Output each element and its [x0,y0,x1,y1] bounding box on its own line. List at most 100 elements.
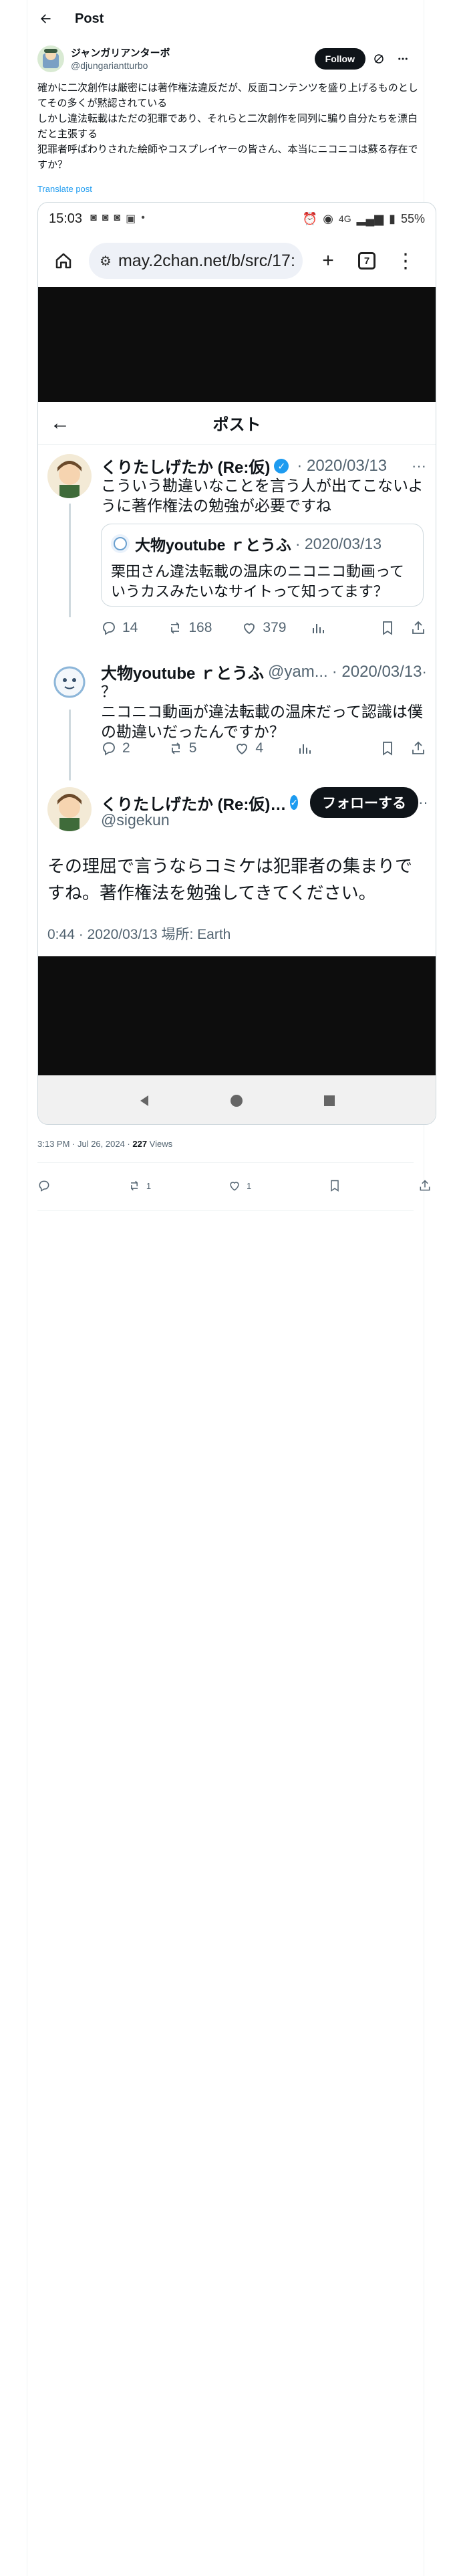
reply-count: 14 [122,620,138,635]
verified-badge-icon: ✓ [274,458,289,473]
dot-icon: • [141,212,145,223]
post-actions: 1 1 [37,1174,432,1198]
post-author: ジャンガリアンターボ @djungariantturbo Follow [37,43,414,75]
notification-icons: ◙ ◙ ◙ ▣ • [90,212,145,225]
share-button[interactable] [418,1179,432,1192]
quote-date: · 2020/03/13 [295,534,382,552]
home-icon[interactable] [47,245,80,277]
author-name[interactable]: ジャンガリアンターボ [71,47,315,60]
browser-toolbar: ⚙ may.2chan.net/b/src/17: + 7 ⋮ [38,235,436,287]
more-options-icon[interactable]: ··· [412,457,426,475]
menu-kebab-icon[interactable]: ⋮ [390,245,422,277]
nav-back-icon[interactable] [134,1091,154,1111]
tweet-meta[interactable]: 0:44 · 2020/03/13 場所: Earth [47,924,231,944]
new-tab-icon[interactable]: + [312,245,344,277]
bookmark-icon[interactable] [380,740,396,756]
reply-count: 2 [122,740,130,756]
alarm-icon: ⏰ [302,211,318,225]
avatar[interactable] [37,45,64,72]
heart-icon [237,744,248,755]
quote-text: 栗田さん違法転載の温床のニコニコ動画っていうカスみたいなサイトって知ってます？ [111,563,404,600]
reply-icon [39,1180,49,1192]
image-icon: ▣ [126,213,136,225]
repost-button[interactable]: 5 [168,740,197,756]
avatar[interactable] [47,660,92,704]
tweet-handle[interactable]: @sigekun [101,810,424,830]
repost-count: 168 [188,620,212,635]
tweet-author-name[interactable]: 大物youtube ｒとうふ [101,660,264,683]
like-button[interactable]: 4 [234,740,263,756]
repost-icon [171,742,180,754]
post-timestamp[interactable]: 3:13 PM · Jul 26, 2024 · 227 Views [37,1139,172,1149]
tweet-date[interactable]: · 2020/03/13 [332,663,422,681]
url-bar[interactable]: ⚙ may.2chan.net/b/src/17: [89,243,303,279]
quoted-tweet[interactable]: 大物youtube ｒとうふ · 2020/03/13 栗田さん違法転載の温床の… [101,524,424,607]
repost-icon [130,1180,138,1191]
reply-icon [103,742,115,756]
network-label: 4G [338,213,351,224]
post-line: 犯罪者呼ばわりされた絵師やコスプレイヤーの皆さん、本当にニコニコは蘇る存在ですか… [37,144,418,171]
share-icon [420,1180,430,1191]
page-header: Post [27,0,424,37]
author-handle[interactable]: @djungariantturbo [71,60,315,72]
tab-count: 7 [358,252,375,270]
signal-icon: ▂▄▆ [356,211,384,225]
divider [37,1162,414,1163]
share-icon[interactable] [410,620,426,636]
tweet-author-name[interactable]: くりたしげたか (Re:仮) [101,454,270,477]
avatar[interactable] [47,787,92,831]
follow-button[interactable]: Follow [314,48,365,70]
post-text: 確かに二次創作は厳密には著作権法違反だが、反面コンテンツを盛り上げるものとしてそ… [37,80,425,173]
game-icon: ◙ [114,212,121,223]
reply-button[interactable]: 2 [101,740,130,756]
video-area [38,956,436,1075]
quote-author-name: 大物youtube ｒとうふ [135,536,291,554]
avatar[interactable] [47,454,92,498]
repost-count: 5 [188,740,197,756]
bookmark-icon[interactable] [380,620,396,636]
site-settings-icon[interactable]: ⚙ [100,253,112,270]
repost-count: 1 [146,1180,152,1191]
more-options-icon[interactable]: ··· [422,663,427,681]
focus-tweet-text: その理屈で言うならコミケは犯罪者の集まりですね。著作権法を勉強してきてください。 [47,856,413,903]
like-button[interactable]: 379 [241,620,286,636]
view-count: 227 [132,1139,148,1149]
tab-switcher-button[interactable]: 7 [351,245,383,277]
status-time: 15:03 [49,211,83,226]
like-count: 379 [263,620,287,635]
repost-icon [171,622,180,634]
views-icon[interactable] [310,620,326,636]
heart-icon [244,623,255,635]
repost-button[interactable]: 1 [128,1179,151,1192]
game-icon: ◙ [102,212,109,223]
eye-icon: ◉ [323,211,333,225]
page-title: Post [75,11,104,26]
game-icon: ◙ [90,212,97,223]
x-post-header: ← ポスト [38,402,436,445]
focus-tweet-header: くりたしげたか (Re:仮)… ✓ フォローする ··· @sigekun [38,787,436,841]
like-button[interactable]: 1 [228,1179,251,1192]
x-page-title: ポスト [212,416,261,434]
divider [37,1210,414,1211]
reply-button[interactable] [37,1179,51,1192]
views-icon[interactable] [297,740,313,756]
tweet-date[interactable]: · 2020/03/13 [297,457,387,475]
tweet-handle[interactable]: @yam... [268,663,328,681]
grok-icon[interactable] [368,48,390,70]
share-icon[interactable] [410,740,426,756]
thread-line [69,710,71,780]
post-line: しかし違法転載はただの犯罪であり、それらと二次創作を同列に騙り自分たちを漂白だと… [37,113,418,140]
post-line: 確かに二次創作は厳密には著作権法違反だが、反面コンテンツを盛り上げるものとしてそ… [37,82,418,109]
repost-button[interactable]: 168 [167,620,212,636]
translate-post-link[interactable]: Translate post [37,184,92,194]
attached-screenshot[interactable]: 15:03 ◙ ◙ ◙ ▣ • ⏰ ◉ 4G ▂▄▆ ▮ 55% ⚙ may.2chan… [37,202,436,1125]
back-arrow-icon[interactable] [32,5,59,32]
reply-button[interactable]: 14 [101,620,138,636]
more-options-icon[interactable] [392,48,414,70]
more-options-icon[interactable]: ··· [418,794,426,811]
nav-home-icon[interactable] [227,1091,247,1111]
bookmark-button[interactable] [328,1179,341,1192]
nav-recents-icon[interactable] [319,1091,339,1111]
thread-line [69,504,71,617]
bookmark-icon [331,1180,339,1192]
